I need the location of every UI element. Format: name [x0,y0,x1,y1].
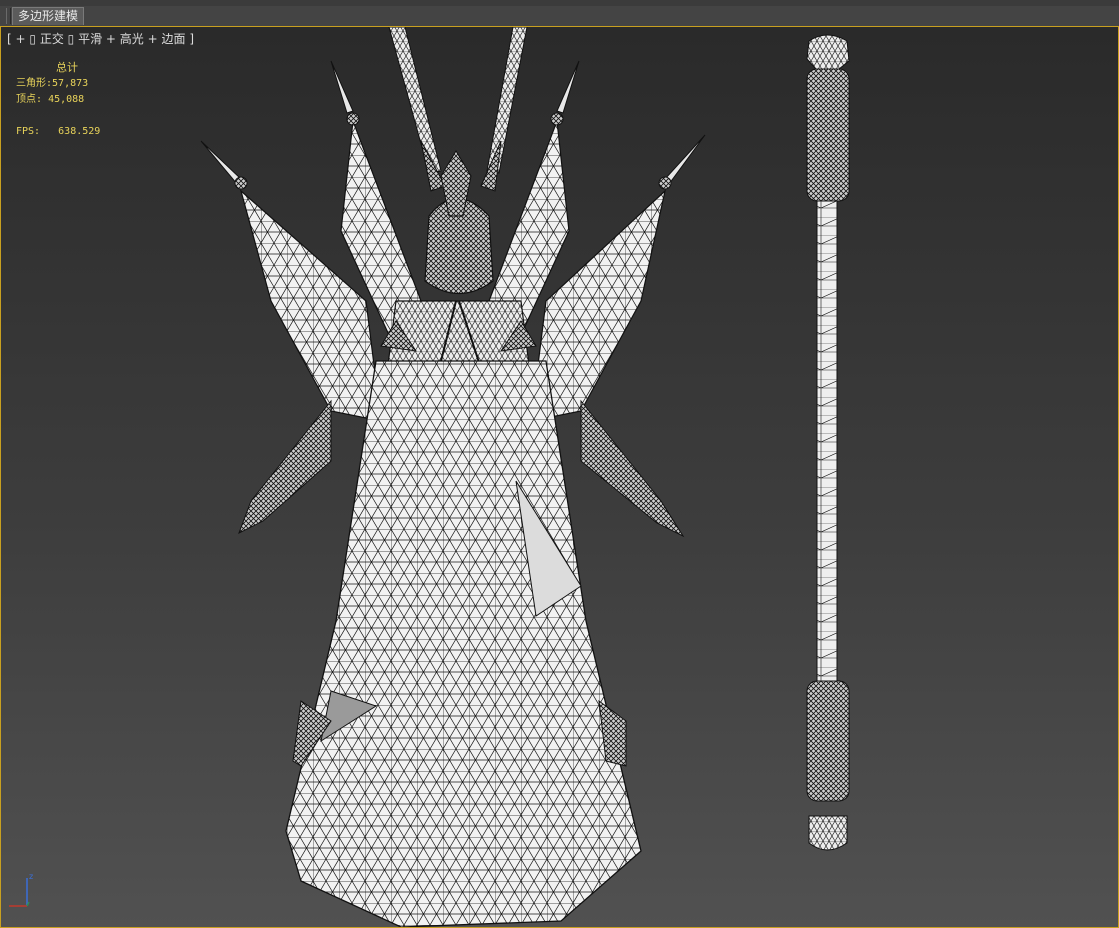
stats-fps: FPS: 638.529 [16,124,100,140]
point-of-view-menu[interactable]: 正交 [40,32,64,46]
staff-model [806,34,850,851]
label-plus: + [105,32,116,46]
edged-faces-menu[interactable]: 边面 [162,32,186,46]
label-bracket-open: [ [7,32,12,46]
fps-value: 638.529 [58,126,101,137]
stats-triangles: 三角形:57,873 [16,76,100,92]
label-bracket-close: ] [189,32,195,46]
triangles-label: 三角形: [16,78,53,89]
axis-tripod-icon: z [9,872,33,907]
ribbon-grip-handle[interactable] [6,8,11,24]
triangles-value: 57,873 [52,78,89,89]
highlights-menu[interactable]: 高光 [120,32,144,46]
wireframe-model [200,27,850,927]
fps-label: FPS: [16,126,41,137]
label-plus: + [147,32,158,46]
viewport-label: [ + ▯ 正交 ▯ 平滑 + 高光 + 边面 ] [7,32,195,46]
vertices-value: 45,088 [48,94,85,105]
statistics-overlay: 总计 三角形:57,873 顶点: 45,088 FPS: 638.529 [16,60,100,140]
viewport-orthographic[interactable]: [ + ▯ 正交 ▯ 平滑 + 高光 + 边面 ] 总计 三角形:57,873 … [0,26,1119,928]
stats-spacer [16,108,100,124]
ribbon-bar: 多边形建模 [0,6,1119,27]
axis-z-label: z [29,872,33,881]
vertices-label: 顶点: [16,94,43,105]
stats-header: 总计 [56,61,78,74]
shading-menu[interactable]: 平滑 [78,32,102,46]
tab-polygon-modeling[interactable]: 多边形建模 [12,7,85,25]
stats-vertices: 顶点: 45,088 [16,92,100,108]
general-viewport-menu[interactable]: + [16,32,26,46]
